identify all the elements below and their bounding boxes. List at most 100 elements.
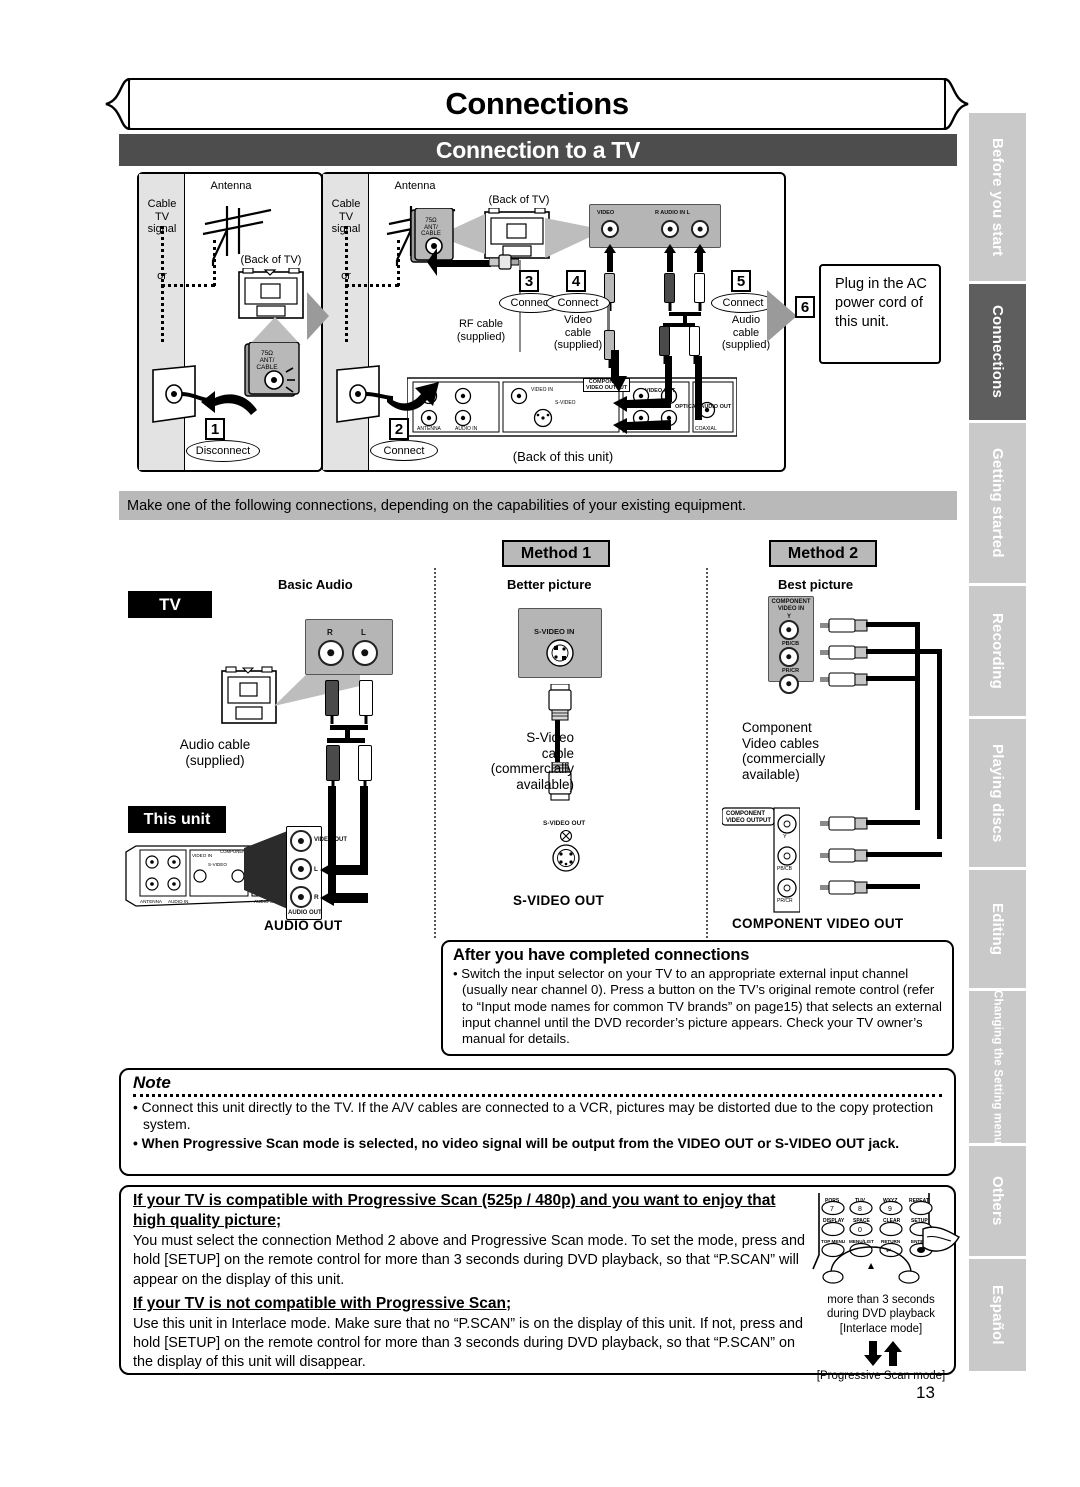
audio-r-connect-arrow-col1 xyxy=(318,890,370,911)
svg-text:9: 9 xyxy=(888,1206,892,1213)
remote-caption-1: more than 3 seconds during DVD playback … xyxy=(805,1293,957,1336)
note-title: Note xyxy=(133,1073,171,1092)
video-arrow-head xyxy=(604,244,616,253)
column-separator-2 xyxy=(706,568,708,938)
remote-caption-line2: during DVD playback xyxy=(826,1308,936,1321)
audio-y-stem-col1 xyxy=(345,725,350,739)
side-tab-label: Editing xyxy=(989,902,1006,956)
antenna-dotted-line xyxy=(213,240,216,286)
method-2-badge: Method 2 xyxy=(769,540,877,567)
tv-audio-l-jack xyxy=(691,220,709,238)
audio-out-caption: AUDIO OUT xyxy=(264,918,343,933)
component-run-pr-top xyxy=(866,676,920,681)
step-2-action: Connect xyxy=(370,440,438,461)
audio-r-arrow-shaft xyxy=(667,252,673,272)
wall-outlet-icon-1 xyxy=(149,364,209,426)
side-tab-label: Others xyxy=(989,1176,1006,1226)
side-tab-label: Connections xyxy=(989,305,1006,399)
svg-text:S-VIDEO: S-VIDEO xyxy=(208,862,227,867)
component-vertical-run-1 xyxy=(915,622,920,810)
tv-comp-pr-label: PR/CR xyxy=(782,668,800,674)
tv-audio-l-jack-col1 xyxy=(352,640,378,666)
or-label-2: or xyxy=(341,270,351,282)
side-tab-others[interactable]: Others xyxy=(969,1146,1026,1256)
side-tab-before-you-start[interactable]: Before you start xyxy=(969,113,1026,281)
svg-text:VIDEO IN: VIDEO IN xyxy=(192,853,212,858)
audio-cable-run-l xyxy=(695,356,702,420)
side-tab-espanol[interactable]: Español xyxy=(969,1259,1026,1371)
connection-diagram: CableTV signal Antenna or (Back of TV) xyxy=(119,172,957,477)
svg-text:AUDIO IN: AUDIO IN xyxy=(168,899,188,904)
step-5-action: Connect xyxy=(711,293,775,313)
tv-audio-in-label: R AUDIO IN L xyxy=(655,210,690,216)
tv-back-icon xyxy=(237,268,305,320)
rf-cable-arrow xyxy=(427,246,493,283)
tv-back-icon-2 xyxy=(483,208,551,260)
audio-out-group-label-col1: AUDIO OUT xyxy=(288,910,322,916)
method-1-badge: Method 1 xyxy=(502,540,610,567)
svg-text:Y: Y xyxy=(783,834,787,840)
diagram-panel-step1: CableTV signal Antenna or (Back of TV) xyxy=(137,172,323,472)
side-tab-label: Changing the Setting menu xyxy=(991,989,1004,1145)
rf-connector-icon xyxy=(488,254,520,275)
column-head-basic-audio: Basic Audio xyxy=(278,577,353,592)
audio-rca-r-top-col1 xyxy=(325,680,339,716)
section-title: Connection to a TV xyxy=(435,136,641,163)
svideo-cable-label-col2: S-Video cable (commercially available) xyxy=(490,730,574,792)
svg-text:COMPONENT: COMPONENT xyxy=(726,811,765,817)
progressive-scan-box: If your TV is compatible with Progressiv… xyxy=(119,1185,960,1382)
step-number-1: 1 xyxy=(205,418,225,440)
component-plug-pr-top xyxy=(820,672,868,693)
svg-text:PB/CB: PB/CB xyxy=(777,866,793,872)
brace-left-icon xyxy=(104,78,130,130)
side-tab-editing[interactable]: Editing xyxy=(969,870,1026,988)
side-tab-recording[interactable]: Recording xyxy=(969,586,1026,716)
svg-text:7: 7 xyxy=(830,1206,834,1213)
note-box: Note • Connect this unit directly to the… xyxy=(119,1068,956,1176)
back-of-this-unit-label: (Back of this unit) xyxy=(512,449,614,464)
audio-out-insert-arrow-2 xyxy=(611,418,673,439)
diagram-panel-steps2to5: CableTV signal Antenna or (Back of TV) xyxy=(321,172,786,472)
svideo-out-caption: S-VIDEO OUT xyxy=(513,893,605,908)
antenna-label-2: Antenna xyxy=(394,180,436,192)
signal-dotted-line-h xyxy=(161,284,215,287)
side-tab-changing-setting-menu[interactable]: Changing the Setting menu xyxy=(969,989,1026,1145)
chapter-title-banner: Connections xyxy=(128,78,946,130)
zoom-cone-unit-col1 xyxy=(242,828,292,917)
antenna-dotted-line-2 xyxy=(397,240,400,286)
audio-l-arrow-head xyxy=(694,244,706,253)
side-tab-getting-started[interactable]: Getting started xyxy=(969,423,1026,583)
note-item: • Connect this unit directly to the TV. … xyxy=(133,1100,934,1133)
svideo-cable-plug-top xyxy=(548,683,572,731)
remote-caption-2: [Progressive Scan mode] xyxy=(816,1370,946,1382)
audio-l-rca-plug-top xyxy=(694,273,705,303)
note-list: • Connect this unit directly to the TV. … xyxy=(133,1099,942,1152)
tv-audio-r-jack xyxy=(661,220,679,238)
tv-audio-r-jack-col1 xyxy=(318,640,344,666)
side-tab-connections[interactable]: Connections xyxy=(969,284,1026,420)
after-connections-box: After you have completed connections • S… xyxy=(441,940,954,1056)
svg-text:VIDEO IN: VIDEO IN xyxy=(531,387,553,393)
column-separator-1 xyxy=(434,568,436,938)
component-video-out-caption: COMPONENT VIDEO OUT xyxy=(732,916,904,931)
audio-r-arrow-head xyxy=(664,244,676,253)
remote-caption-line1: more than 3 seconds xyxy=(827,1294,935,1306)
back-of-tv-label-2: (Back of TV) xyxy=(488,194,550,206)
progressive-head-1: If your TV is compatible with Progressiv… xyxy=(133,1192,776,1230)
svideo-out-jack-label: S-VIDEO OUT xyxy=(543,820,586,827)
video-cable-label: Video cable (supplied) xyxy=(553,314,603,352)
step-number-3: 3 xyxy=(519,270,539,292)
instruction-bar: Make one of the following connections, d… xyxy=(119,491,957,520)
ac-power-box: Plug in the AC power cord of this unit. xyxy=(819,264,941,364)
svg-text:PR/CR: PR/CR xyxy=(777,898,793,904)
signal-dotted-line-h2 xyxy=(345,284,399,287)
svg-text:AUDIO IN: AUDIO IN xyxy=(455,426,478,432)
tv-comp-pb-label: PB/CB xyxy=(782,641,800,647)
side-tab-playing-discs[interactable]: Playing discs xyxy=(969,719,1026,867)
component-cable-label: Component Video cables (commercially availa… xyxy=(742,720,826,782)
svg-text:ANTENNA: ANTENNA xyxy=(140,899,163,904)
video-arrow-shaft xyxy=(607,252,613,272)
tv-audio-l-label: L xyxy=(361,628,366,637)
unit-video-out-jack-col1 xyxy=(290,830,312,852)
panel-transition-arrow-1 xyxy=(307,286,333,351)
